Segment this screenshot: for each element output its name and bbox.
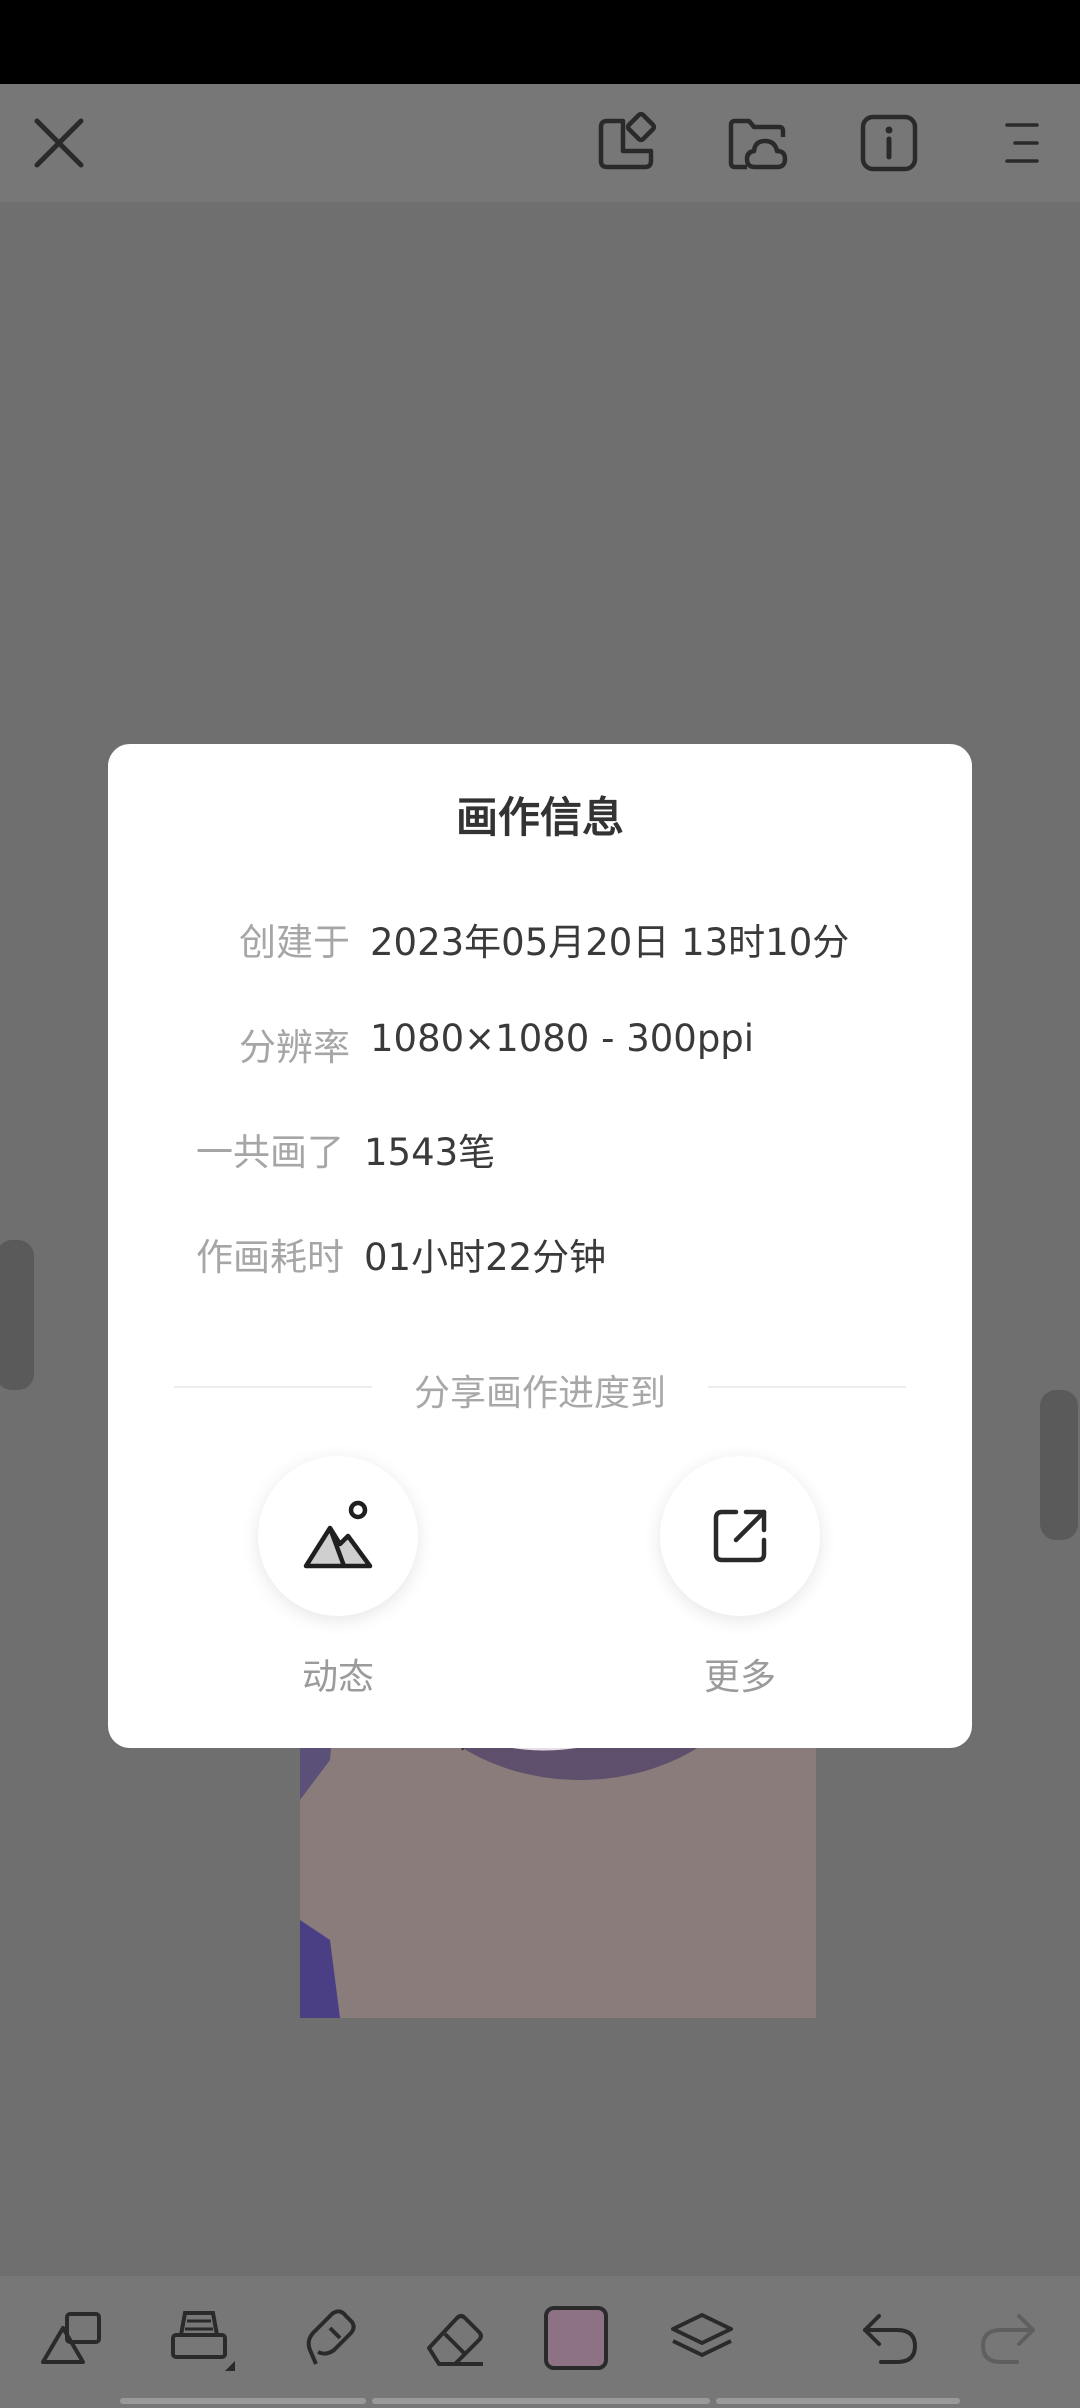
- info-label-duration: 作画耗时: [196, 1236, 344, 1279]
- eraser-icon: [427, 2314, 483, 2366]
- status-bar: [0, 0, 1080, 84]
- close-button[interactable]: [16, 100, 102, 186]
- info-button[interactable]: [846, 100, 932, 186]
- dialog-title: 画作信息: [455, 793, 624, 842]
- info-row-created: 创建于 2023年05月20日 13时10分: [108, 912, 972, 972]
- tab-indicator-1: [120, 2398, 366, 2404]
- info-value-duration: 01小时22分钟: [364, 1236, 607, 1279]
- layers-icon: [671, 2313, 733, 2357]
- share-to-feed-label: 动态: [301, 1657, 374, 1698]
- cloud-folder-button[interactable]: [714, 100, 800, 186]
- redo-button[interactable]: [966, 2296, 1050, 2380]
- menu-icon: [1005, 123, 1039, 163]
- undo-icon: [863, 2314, 918, 2364]
- new-canvas-button[interactable]: [582, 100, 668, 186]
- external-share-icon: [713, 1509, 767, 1563]
- tab-indicator-2: [372, 2398, 710, 2404]
- mountain-image-icon: [303, 1500, 373, 1569]
- top-toolbar: [0, 84, 1080, 202]
- color-swatch: [544, 2306, 608, 2370]
- new-canvas-icon: [598, 111, 657, 170]
- info-value-created: 2023年05月20日 13时10分: [370, 921, 850, 964]
- menu-button[interactable]: [978, 100, 1064, 186]
- brush-button[interactable]: [158, 2296, 242, 2380]
- info-row-duration: 作画耗时 01小时22分钟: [108, 1227, 972, 1287]
- info-label-resolution: 分辨率: [239, 1026, 350, 1069]
- redo-icon: [980, 2314, 1035, 2364]
- cloud-folder-icon: [728, 118, 788, 170]
- info-row-strokes: 一共画了 1543笔: [108, 1122, 972, 1182]
- layers-button[interactable]: [660, 2296, 744, 2380]
- info-label-strokes: 一共画了: [196, 1131, 344, 1174]
- right-slider-handle[interactable]: [1040, 1390, 1078, 1540]
- smudge-button[interactable]: [286, 2296, 370, 2380]
- smudge-icon: [306, 2309, 356, 2365]
- shapes-icon: [41, 2312, 101, 2364]
- info-value-resolution: 1080×1080 - 300ppi: [370, 1017, 755, 1060]
- artwork-info-dialog: 画作信息 创建于 2023年05月20日 13时10分 分辨率 1080×108…: [108, 744, 972, 1748]
- share-more-button[interactable]: [660, 1456, 820, 1616]
- stamp-brush-icon: [171, 2311, 235, 2371]
- info-label-created: 创建于: [239, 921, 350, 964]
- bottom-toolbar: [0, 2276, 1080, 2408]
- share-more-label: 更多: [703, 1657, 776, 1698]
- info-row-resolution: 分辨率 1080×1080 - 300ppi: [108, 1017, 972, 1077]
- close-icon: [34, 118, 84, 168]
- share-section-title: 分享画作进度到: [413, 1373, 666, 1414]
- eraser-button[interactable]: [412, 2296, 496, 2380]
- left-slider-handle[interactable]: [0, 1240, 34, 1390]
- info-value-strokes: 1543笔: [364, 1131, 496, 1174]
- tab-indicator-3: [716, 2398, 960, 2404]
- info-icon: [860, 114, 918, 172]
- shapes-button[interactable]: [30, 2296, 114, 2380]
- share-to-feed-button[interactable]: [258, 1456, 418, 1616]
- undo-button[interactable]: [848, 2296, 932, 2380]
- color-button[interactable]: [534, 2296, 618, 2380]
